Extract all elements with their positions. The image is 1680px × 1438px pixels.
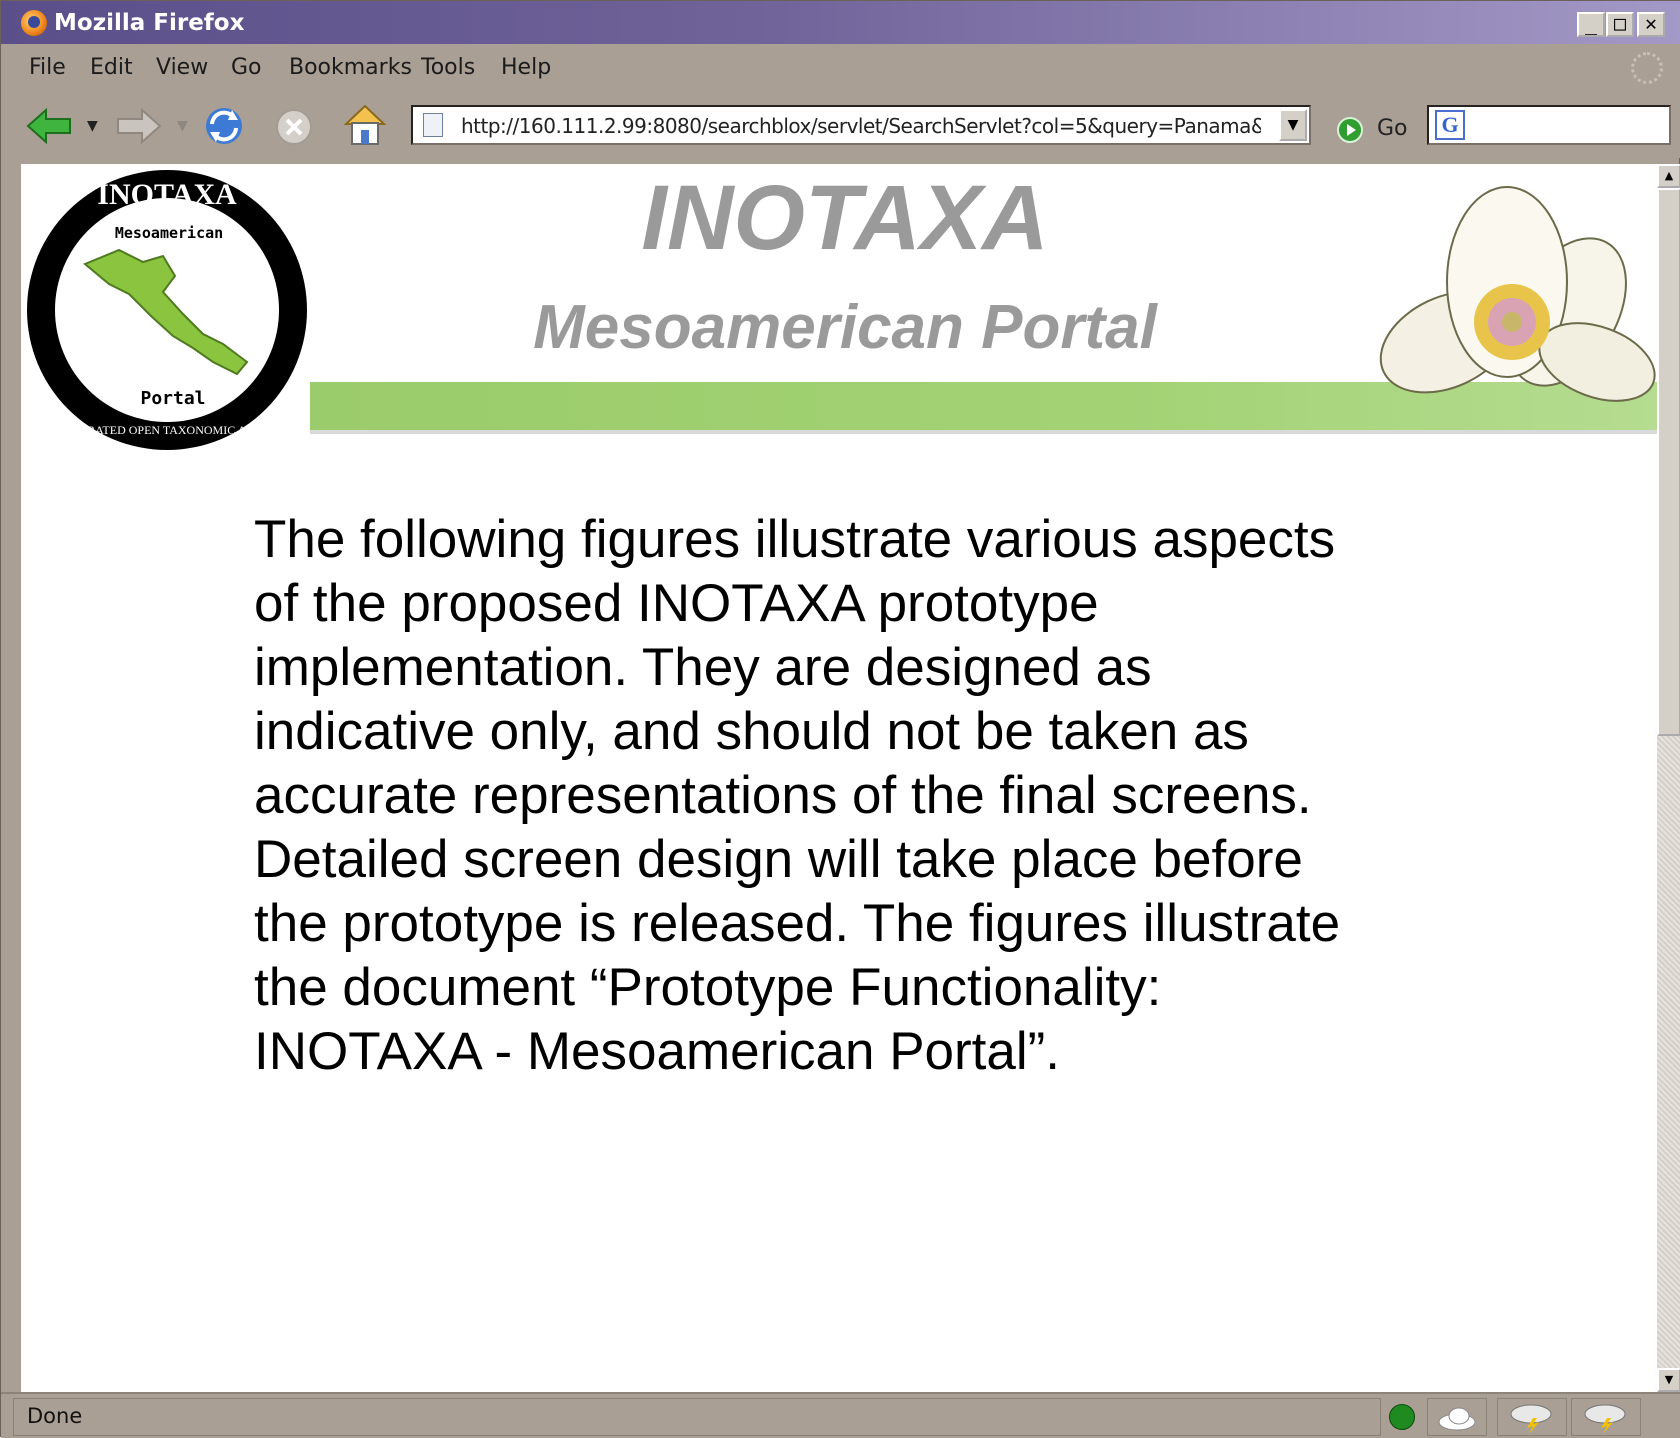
menu-tools[interactable]: Tools (421, 55, 475, 80)
forward-arrow-icon (117, 107, 162, 145)
intro-paragraph: The following figures illustrate various… (254, 508, 1454, 1084)
paragraph-line: of the proposed INOTAXA prototype (254, 574, 1099, 633)
cloud-icon (1438, 1407, 1476, 1431)
maximize-button[interactable]: □ (1606, 12, 1634, 37)
url-history-dropdown[interactable]: ▼ (1279, 109, 1307, 141)
go-icon[interactable] (1337, 117, 1363, 143)
scroll-down-button[interactable]: ▼ (1657, 1368, 1680, 1392)
menu-help[interactable]: Help (501, 55, 551, 80)
paragraph-line: the prototype is released. The figures i… (254, 894, 1341, 953)
menu-edit[interactable]: Edit (90, 55, 133, 80)
menu-view[interactable]: View (156, 55, 208, 80)
logo-top-text: INOTAXA (97, 178, 237, 211)
banner-divider (310, 430, 1657, 434)
home-icon (343, 104, 387, 145)
stop-button[interactable] (273, 106, 315, 148)
status-text: Done (27, 1404, 83, 1428)
paragraph-line: implementation. They are designed as (254, 638, 1152, 697)
paragraph-line: the document “Prototype Functionality: (254, 958, 1162, 1017)
firefox-window: Mozilla Firefox _ □ ✕ File Edit View Go … (0, 0, 1680, 1438)
logo-ring-text: INTEGRATED OPEN TAXONOMIC ACCESS (51, 423, 283, 437)
paragraph-line: accurate representations of the final sc… (254, 766, 1312, 825)
navigation-toolbar: ▼ ▼ http://160.111.2.99:8080/searchblox/… (1, 92, 1680, 158)
status-text-panel (13, 1398, 1381, 1436)
paragraph-line: INOTAXA - Mesoamerican Portal”. (254, 1022, 1061, 1081)
site-subtitle: Mesoamerican Portal (533, 293, 1157, 362)
menu-bookmarks[interactable]: Bookmarks (289, 55, 412, 80)
inotaxa-logo: INOTAXA Mesoamerican Portal INTEGRATED O… (27, 170, 307, 450)
page-content: INOTAXA Mesoamerican Portal INTEGRATED O… (21, 164, 1657, 1392)
firefox-logo-icon (21, 10, 47, 36)
menu-file[interactable]: File (29, 55, 66, 80)
page-icon (423, 113, 443, 137)
paragraph-line: indicative only, and should not be taken… (254, 702, 1249, 761)
logo-middle-text: Mesoamerican (115, 224, 223, 242)
storm-icon (1584, 1404, 1626, 1434)
storm-icon (1510, 1404, 1552, 1434)
paragraph-line: Detailed screen design will take place b… (254, 830, 1303, 889)
search-box[interactable]: G (1427, 105, 1671, 145)
url-text[interactable]: http://160.111.2.99:8080/searchblox/serv… (461, 114, 1261, 138)
menu-go[interactable]: Go (231, 55, 262, 80)
status-bar: Done (1, 1392, 1680, 1438)
minimize-button[interactable]: _ (1577, 12, 1605, 37)
throbber-icon (1631, 52, 1663, 84)
scroll-up-button[interactable]: ▲ (1657, 164, 1680, 188)
home-button[interactable] (341, 102, 389, 148)
menu-bar: File Edit View Go Bookmarks Tools Help (1, 44, 1680, 94)
back-history-dropdown-icon[interactable]: ▼ (87, 118, 98, 134)
back-button[interactable] (25, 106, 75, 146)
close-button[interactable]: ✕ (1637, 12, 1665, 37)
vertical-scrollbar[interactable]: ▲ ▼ (1657, 164, 1680, 1392)
connection-status-icon (1389, 1404, 1415, 1430)
forward-button[interactable] (113, 106, 163, 146)
reload-button[interactable] (201, 104, 247, 148)
go-button-label[interactable]: Go (1377, 116, 1408, 141)
window-title: Mozilla Firefox (54, 10, 245, 36)
reload-icon (206, 108, 242, 144)
window-left-border (1, 158, 21, 1392)
paragraph-line: The following figures illustrate various… (254, 510, 1336, 569)
back-arrow-icon (26, 107, 71, 145)
flower-illustration (1379, 186, 1656, 402)
stop-icon (276, 109, 312, 145)
site-title: INOTAXA (641, 167, 1049, 269)
google-search-engine-icon[interactable]: G (1435, 110, 1465, 140)
address-bar[interactable]: http://160.111.2.99:8080/searchblox/serv… (411, 105, 1311, 145)
title-bar[interactable]: Mozilla Firefox _ □ ✕ (1, 1, 1680, 44)
scroll-thumb[interactable] (1657, 188, 1680, 736)
forward-history-dropdown-icon[interactable]: ▼ (177, 118, 188, 134)
logo-bottom-text: Portal (140, 388, 205, 409)
